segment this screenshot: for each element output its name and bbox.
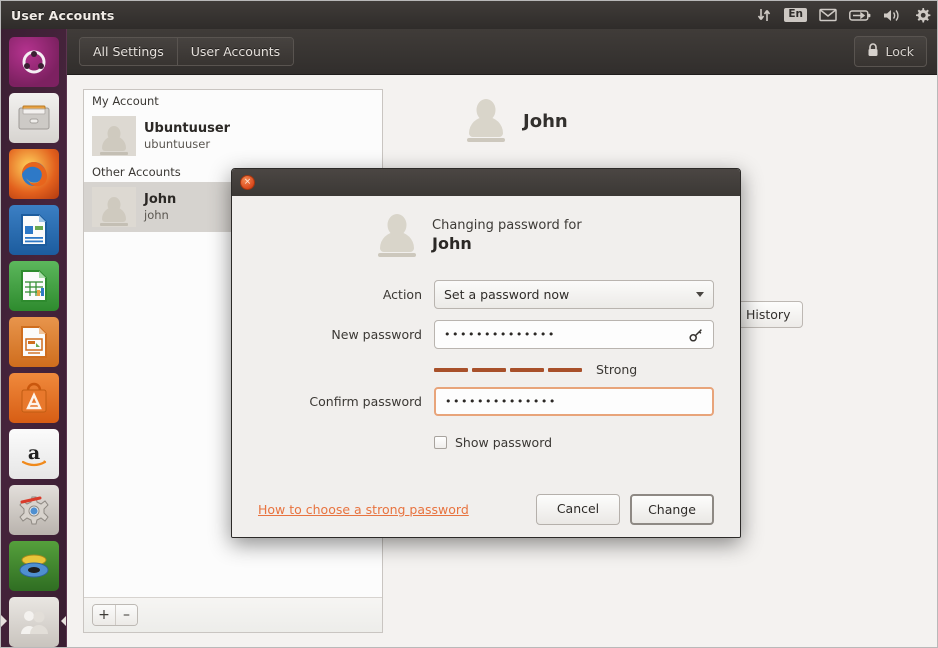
show-password-row[interactable]: Show password [434,435,714,450]
launcher-icon-firefox[interactable] [8,149,59,199]
my-account-heading: My Account [84,90,382,111]
lock-button-label: Lock [885,44,914,59]
dialog-heading-subtitle: Changing password for [432,217,582,233]
dialog-titlebar: × [232,169,740,196]
launcher-icon-ubuntu-dash[interactable] [8,37,59,87]
new-password-row: New password •••••••••••••• [258,320,714,349]
user-accounts-button[interactable]: User Accounts [176,38,294,65]
panel-indicator-area: En [756,5,931,25]
add-remove-group: + – [92,604,138,626]
password-strength-label: Strong [596,362,638,377]
chevron-down-icon [696,292,704,297]
confirm-password-value: •••••••••••••• [445,395,557,408]
show-password-checkbox[interactable] [434,436,447,449]
launcher-icon-system-settings[interactable] [8,485,59,535]
launcher-icon-media-player[interactable] [8,541,59,591]
launcher-icon-files-manager[interactable] [8,93,59,143]
confirm-password-input[interactable]: •••••••••••••• [434,387,714,416]
avatar [92,116,136,156]
svg-text:a: a [27,442,39,464]
confirm-password-row: Confirm password •••••••••••••• [258,387,714,416]
user-list-footer: + – [84,597,382,632]
battery-icon[interactable] [849,5,871,25]
panel-window-title: User Accounts [11,7,115,23]
window-toolbar: All Settings User Accounts Lock [67,29,937,75]
confirm-password-label: Confirm password [309,394,422,409]
action-select[interactable]: Set a password now [434,280,714,309]
launcher-icon-libreoffice-writer[interactable] [8,205,59,255]
messaging-icon[interactable] [819,5,837,25]
volume-icon[interactable] [883,5,902,25]
user-login-name: ubuntuuser [144,136,211,151]
launcher-icon-user-accounts[interactable] [1,597,66,647]
change-password-dialog: × Changing password for John Action Set … [231,168,741,538]
strength-segment [472,367,506,372]
user-login-name: john [144,207,169,222]
password-strength-row: Strong [258,362,714,377]
remove-user-button[interactable]: – [115,605,137,625]
screen-root: User Accounts En a All Settings User Acc… [0,0,938,648]
system-gear-icon[interactable] [914,5,931,25]
lock-icon [867,43,879,60]
dialog-avatar [378,214,416,258]
dialog-button-group: Cancel Change [536,494,714,525]
action-label: Action [382,287,422,302]
avatar [92,187,136,227]
dialog-footer: How to choose a strong password Cancel C… [258,494,714,525]
network-icon[interactable] [756,5,772,25]
close-icon[interactable]: × [240,175,255,190]
cancel-button[interactable]: Cancel [536,494,620,525]
account-title: John [523,110,568,132]
new-password-input[interactable]: •••••••••••••• [434,320,714,349]
launcher-icon-amazon[interactable]: a [8,429,59,479]
account-avatar[interactable] [467,99,505,143]
launcher-icon-libreoffice-impress[interactable] [8,317,59,367]
history-button[interactable]: History [733,301,804,328]
lock-button[interactable]: Lock [854,36,927,67]
strength-segment [510,367,544,372]
breadcrumb-segmented-control: All Settings User Accounts [79,37,295,66]
show-password-label: Show password [455,435,553,450]
strength-segment [548,367,582,372]
user-row-ubuntuuser[interactable]: Ubuntuuser ubuntuuser [84,111,382,161]
dialog-body: Changing password for John Action Set a … [232,196,740,537]
generate-password-key-icon[interactable] [689,327,704,342]
strength-segment [434,367,468,372]
how-to-choose-strong-password-link[interactable]: How to choose a strong password [258,502,469,517]
action-row: Action Set a password now [258,280,714,309]
dialog-heading-username: John [432,234,472,254]
new-password-label: New password [331,327,422,342]
launcher-icon-ubuntu-software-center[interactable] [8,373,59,423]
all-settings-button[interactable]: All Settings [80,38,177,65]
unity-launcher: a [1,29,67,647]
new-password-value: •••••••••••••• [444,328,556,341]
change-button[interactable]: Change [630,494,714,525]
dialog-header: Changing password for John [258,214,714,258]
account-detail-header: John [383,99,923,143]
launcher-icon-libreoffice-calc[interactable] [8,261,59,311]
password-strength-meter [434,367,582,372]
user-display-name: John [144,191,177,207]
keyboard-layout-indicator[interactable]: En [784,5,807,25]
user-display-name: Ubuntuuser [144,120,231,136]
action-select-value: Set a password now [444,287,570,302]
top-panel: User Accounts En [1,1,937,29]
add-user-button[interactable]: + [93,605,115,625]
